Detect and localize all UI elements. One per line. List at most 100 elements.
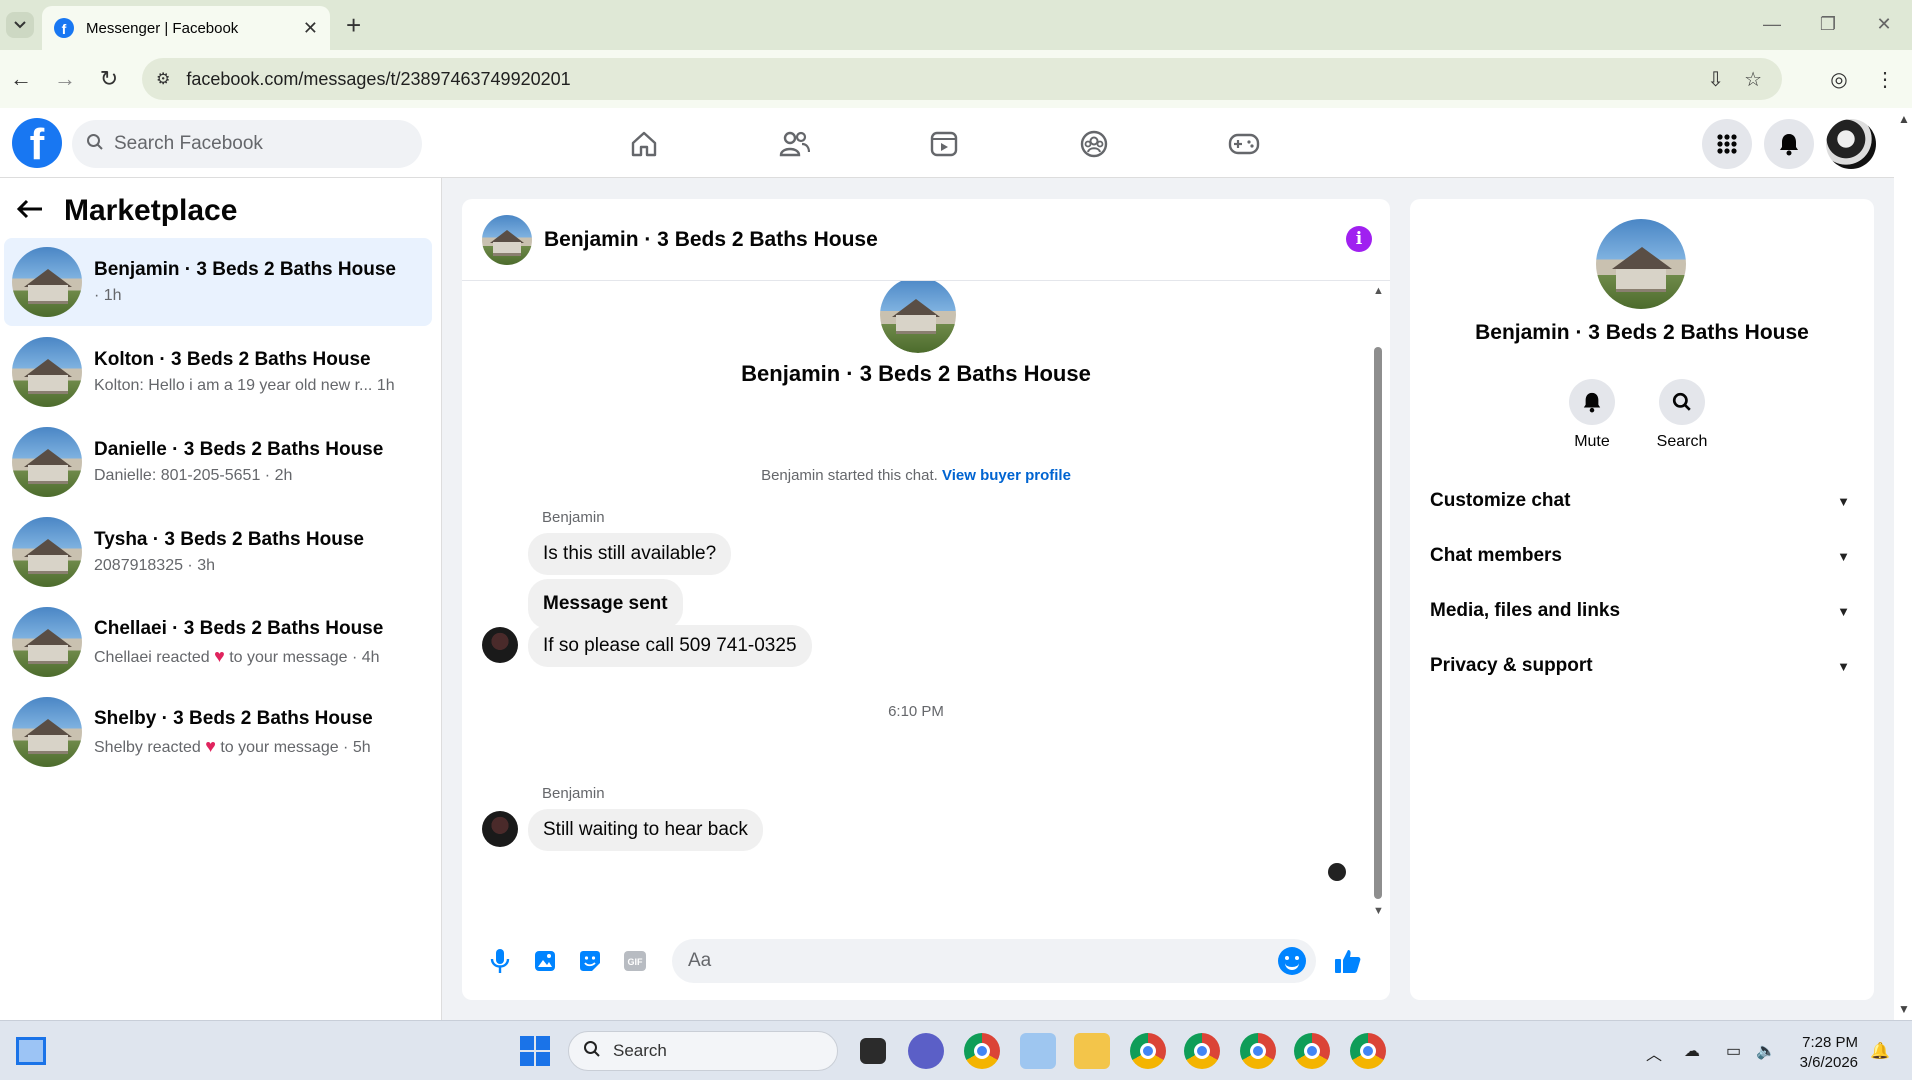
conversation-item-benjamin[interactable]: Benjamin · 3 Beds 2 Baths House · 1h bbox=[4, 238, 432, 326]
home-icon[interactable] bbox=[622, 122, 666, 166]
search-in-chat-button[interactable]: Search bbox=[1642, 379, 1722, 451]
conversation-item-kolton[interactable]: Kolton · 3 Beds 2 Baths House Kolton: He… bbox=[4, 328, 432, 416]
row-label: Customize chat bbox=[1430, 490, 1571, 511]
row-label: Privacy & support bbox=[1430, 655, 1593, 676]
tray-chevron-up-icon[interactable]: ︿ bbox=[1646, 1041, 1662, 1065]
scroll-up-icon[interactable]: ▲ bbox=[1898, 112, 1910, 126]
chrome-profile-icon[interactable] bbox=[1184, 1033, 1220, 1069]
customize-chat-row[interactable]: Customize chat ▼ bbox=[1430, 481, 1854, 521]
gaming-icon[interactable] bbox=[1222, 122, 1266, 166]
message-input[interactable]: Aa bbox=[672, 938, 1316, 983]
facebook-search-input[interactable]: Search Facebook bbox=[72, 120, 422, 168]
site-settings-icon[interactable]: ⚙ bbox=[156, 69, 170, 89]
reload-icon[interactable]: ↻ bbox=[92, 62, 126, 96]
tab-search-dropdown[interactable] bbox=[6, 12, 34, 38]
start-button-icon[interactable] bbox=[520, 1036, 550, 1066]
microphone-icon[interactable] bbox=[480, 941, 520, 981]
close-window-icon[interactable]: ✕ bbox=[1856, 0, 1912, 48]
info-icon[interactable]: i bbox=[1346, 226, 1372, 252]
tab-close-icon[interactable]: ✕ bbox=[303, 18, 318, 39]
message-bubble[interactable]: Message sent bbox=[528, 579, 683, 629]
scroll-down-icon[interactable]: ▼ bbox=[1898, 1002, 1910, 1016]
url-text: facebook.com/messages/t/2389746374992020… bbox=[186, 68, 571, 89]
privacy-support-row[interactable]: Privacy & support ▼ bbox=[1430, 646, 1854, 686]
chat-title[interactable]: Benjamin · 3 Beds 2 Baths House bbox=[544, 228, 878, 252]
chat-members-row[interactable]: Chat members ▼ bbox=[1430, 536, 1854, 576]
restore-icon[interactable]: ❐ bbox=[1800, 0, 1856, 48]
notifications-bell-icon[interactable] bbox=[1764, 119, 1814, 169]
scroll-up-icon[interactable]: ▲ bbox=[1373, 285, 1384, 297]
message-bubble[interactable]: Is this still available? bbox=[528, 533, 732, 575]
conversation-item-chellaei[interactable]: Chellaei · 3 Beds 2 Baths House Chellaei… bbox=[4, 598, 432, 686]
teams-icon[interactable] bbox=[908, 1033, 944, 1069]
back-icon[interactable]: ← bbox=[4, 62, 38, 96]
snippet-suffix: to your message · 4h bbox=[229, 648, 380, 666]
task-view-icon[interactable] bbox=[860, 1038, 886, 1064]
chrome-profile-icon[interactable] bbox=[1240, 1033, 1276, 1069]
notification-bell-icon[interactable]: 🔔 bbox=[1870, 1041, 1890, 1061]
conversation-name: Shelby · 3 Beds 2 Baths House bbox=[94, 707, 373, 729]
sender-avatar[interactable] bbox=[482, 627, 518, 663]
scroll-thumb[interactable] bbox=[1374, 347, 1382, 899]
sender-avatar[interactable] bbox=[482, 811, 518, 847]
menu-grid-icon[interactable] bbox=[1702, 119, 1752, 169]
taskbar-clock[interactable]: 7:28 PM 3/6/2026 bbox=[1780, 1033, 1858, 1073]
address-bar[interactable]: ⚙ facebook.com/messages/t/23897463749920… bbox=[142, 58, 1782, 100]
account-avatar[interactable] bbox=[1826, 119, 1876, 169]
chat-header-avatar[interactable] bbox=[482, 214, 532, 265]
sticker-icon[interactable] bbox=[570, 941, 610, 981]
conversation-snippet: Kolton: Hello i am a 19 year old new r..… bbox=[94, 377, 395, 394]
network-icon[interactable]: ▭ bbox=[1726, 1041, 1741, 1061]
bookmark-star-icon[interactable]: ☆ bbox=[1744, 67, 1762, 92]
info-avatar bbox=[1596, 219, 1686, 309]
chrome-profile-icon[interactable] bbox=[1350, 1033, 1386, 1069]
browser-menu-icon[interactable]: ⋮ bbox=[1868, 62, 1902, 96]
forward-icon[interactable]: → bbox=[48, 62, 82, 96]
chat-info-panel: Benjamin · 3 Beds 2 Baths House Mute Sea… bbox=[1410, 199, 1874, 1000]
widgets-icon[interactable] bbox=[16, 1037, 46, 1065]
chrome-profile-icon[interactable] bbox=[1130, 1033, 1166, 1069]
search-icon bbox=[86, 133, 104, 156]
facebook-favicon-icon: f bbox=[54, 18, 74, 38]
clock-date: 3/6/2026 bbox=[1799, 1054, 1858, 1071]
view-buyer-profile-link[interactable]: View buyer profile bbox=[942, 467, 1071, 484]
message-bubble[interactable]: If so please call 509 741-0325 bbox=[528, 625, 812, 667]
groups-icon[interactable] bbox=[1072, 122, 1116, 166]
install-app-icon[interactable]: ⇩ bbox=[1707, 67, 1724, 92]
conversation-item-tysha[interactable]: Tysha · 3 Beds 2 Baths House 2087918325 … bbox=[4, 508, 432, 596]
cloud-offline-icon[interactable]: ☁ bbox=[1684, 1041, 1700, 1061]
facebook-logo-icon[interactable]: f bbox=[12, 118, 62, 168]
scroll-down-icon[interactable]: ▼ bbox=[1373, 905, 1384, 917]
message-bubble[interactable]: Still waiting to hear back bbox=[528, 809, 763, 851]
taskbar-search[interactable]: Search bbox=[568, 1031, 838, 1071]
video-icon[interactable] bbox=[922, 122, 966, 166]
profile-icon[interactable]: ◎ bbox=[1822, 62, 1856, 96]
conversation-item-danielle[interactable]: Danielle · 3 Beds 2 Baths House Danielle… bbox=[4, 418, 432, 506]
page-scrollbar[interactable]: ▲ ▼ bbox=[1894, 108, 1912, 1020]
browser-tab[interactable]: f Messenger | Facebook ✕ bbox=[42, 6, 330, 50]
chrome-icon[interactable] bbox=[964, 1033, 1000, 1069]
chrome-profile-icon[interactable] bbox=[1294, 1033, 1330, 1069]
new-tab-button[interactable]: + bbox=[346, 10, 361, 41]
back-arrow-icon[interactable] bbox=[16, 194, 44, 228]
gif-icon[interactable]: GIF bbox=[615, 941, 655, 981]
bell-icon bbox=[1569, 379, 1615, 425]
conversation-snippet: Shelby reacted ♥ to your message · 5h bbox=[94, 736, 373, 757]
media-files-links-row[interactable]: Media, files and links ▼ bbox=[1430, 591, 1854, 631]
snipping-tool-icon[interactable] bbox=[1020, 1033, 1056, 1069]
file-explorer-icon[interactable] bbox=[1074, 1033, 1110, 1069]
message-timestamp: 6:10 PM bbox=[888, 703, 944, 720]
chat-scrollbar[interactable]: ▲ ▼ bbox=[1370, 281, 1386, 921]
conversation-item-shelby[interactable]: Shelby · 3 Beds 2 Baths House Shelby rea… bbox=[4, 688, 432, 776]
minimize-icon[interactable]: — bbox=[1744, 0, 1800, 48]
emoji-icon[interactable] bbox=[1278, 946, 1306, 975]
row-label: Chat members bbox=[1430, 545, 1562, 566]
windows-taskbar: Search ︿ ☁ ▭ 🔈 7:28 PM 3/6/2026 🔔 bbox=[0, 1020, 1912, 1080]
friends-icon[interactable] bbox=[772, 122, 816, 166]
conversation-snippet: Danielle: 801-205-5651 · 2h bbox=[94, 467, 293, 484]
thumbs-up-icon[interactable] bbox=[1328, 941, 1368, 981]
message-list: Benjamin · 3 Beds 2 Baths House Benjamin… bbox=[462, 281, 1390, 921]
mute-button[interactable]: Mute bbox=[1552, 379, 1632, 451]
image-attach-icon[interactable] bbox=[525, 941, 565, 981]
volume-icon[interactable]: 🔈 bbox=[1756, 1041, 1776, 1061]
